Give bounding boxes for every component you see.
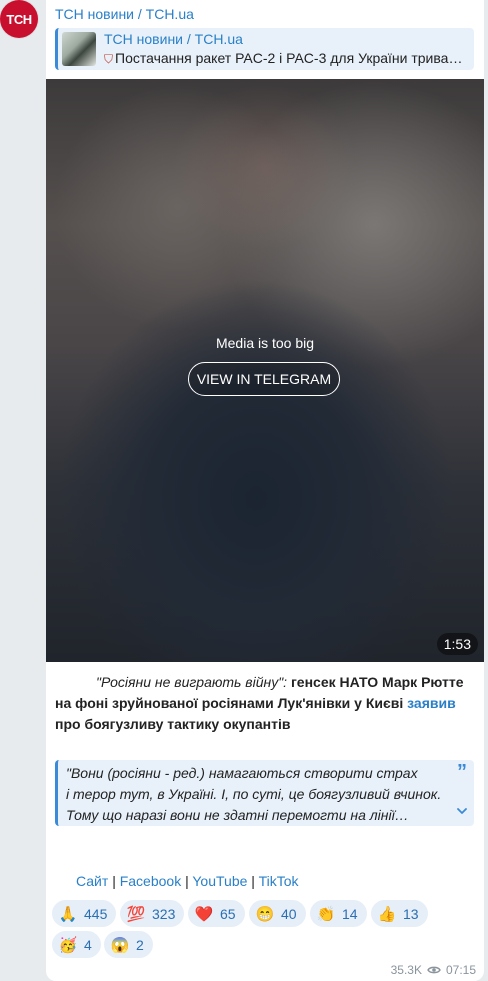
- channel-name[interactable]: ТСН новини / TCH.ua: [55, 6, 194, 22]
- reply-text-content: Постачання ракет PAC-2 і PAC-3 для Украї…: [115, 50, 463, 66]
- view-in-telegram-button[interactable]: VIEW IN TELEGRAM: [188, 362, 340, 396]
- reaction-count: 13: [403, 905, 419, 922]
- media-too-big-message: Media is too big: [215, 335, 315, 351]
- reaction-count: 445: [84, 905, 108, 922]
- reaction-hundred[interactable]: 💯 323: [120, 900, 185, 927]
- link-separator: |: [251, 873, 255, 889]
- site-link[interactable]: Сайт: [76, 873, 108, 889]
- message-footer: 35.3K 07:15: [391, 963, 476, 977]
- avatar-text: ТСН: [6, 11, 32, 27]
- caption-link[interactable]: заявив: [407, 695, 456, 711]
- video-duration: 1:53: [436, 633, 478, 655]
- reaction-count: 40: [281, 905, 297, 922]
- reaction-count: 2: [136, 936, 144, 953]
- social-links: Сайт | Facebook | YouTube | TikTok: [76, 873, 299, 889]
- heart-emoji-icon: ❤️: [194, 905, 214, 923]
- reaction-thumbs-up[interactable]: 👍 13: [371, 900, 428, 927]
- quote-line: Тому що наразі вони не здатні перемогти …: [66, 807, 409, 823]
- message-caption: "Росіяни не виграють війну": генсек НАТО…: [55, 672, 475, 735]
- reaction-count: 4: [84, 936, 92, 953]
- message-time: 07:15: [445, 963, 476, 977]
- reaction-count: 14: [342, 905, 358, 922]
- blockquote[interactable]: "Вони (росіяни - ред.) намагаються створ…: [55, 760, 474, 826]
- reply-preview[interactable]: ТСН новини / TCH.ua ⛉ Постачання ракет PA…: [55, 28, 474, 70]
- channel-avatar[interactable]: ТСН: [0, 0, 38, 38]
- message-bubble: ТСН новини / TCH.ua ТСН новини / TCH.ua …: [46, 0, 484, 981]
- reaction-heart[interactable]: ❤️ 65: [188, 900, 245, 927]
- video-media[interactable]: Media is too big VIEW IN TELEGRAM 1:53: [46, 79, 484, 662]
- reply-thumbnail: [62, 32, 96, 66]
- youtube-link[interactable]: YouTube: [192, 873, 247, 889]
- hundred-emoji-icon: 💯: [126, 905, 146, 923]
- quote-icon: ”: [457, 761, 467, 783]
- shield-icon: ⛉: [104, 52, 114, 66]
- facebook-link[interactable]: Facebook: [120, 873, 181, 889]
- caption-bold-2: про боягузливу тактику окупантів: [55, 716, 291, 732]
- pray-emoji-icon: 🙏: [58, 905, 78, 923]
- reaction-pray[interactable]: 🙏 445: [52, 900, 117, 927]
- tiktok-link[interactable]: TikTok: [259, 873, 299, 889]
- reply-title: ТСН новини / TCH.ua: [104, 31, 243, 47]
- link-separator: |: [185, 873, 189, 889]
- quote-line: "Вони (росіяни - ред.) намагаються створ…: [66, 765, 418, 781]
- reaction-count: 323: [152, 905, 176, 922]
- eye-icon: [427, 966, 441, 974]
- clap-emoji-icon: 👏: [316, 905, 336, 923]
- chevron-down-icon[interactable]: [457, 806, 467, 816]
- reaction-scream[interactable]: 😱 2: [104, 931, 153, 958]
- reaction-clap[interactable]: 👏 14: [310, 900, 367, 927]
- reaction-grin[interactable]: 😁 40: [249, 900, 306, 927]
- caption-quote: "Росіяни не виграють війну":: [96, 674, 288, 690]
- reaction-count: 65: [220, 905, 236, 922]
- thumbs-up-emoji-icon: 👍: [377, 905, 397, 923]
- quote-line: і терор тут, в Україні. І, по суті, це б…: [66, 786, 442, 802]
- party-emoji-icon: 🥳: [58, 936, 78, 954]
- reply-text: ⛉ Постачання ракет PAC-2 і PAC-3 для Укра…: [104, 50, 474, 67]
- scream-emoji-icon: 😱: [110, 936, 130, 954]
- view-count: 35.3K: [390, 963, 422, 977]
- reaction-party[interactable]: 🥳 4: [52, 931, 101, 958]
- grin-emoji-icon: 😁: [255, 905, 275, 923]
- link-separator: |: [112, 873, 116, 889]
